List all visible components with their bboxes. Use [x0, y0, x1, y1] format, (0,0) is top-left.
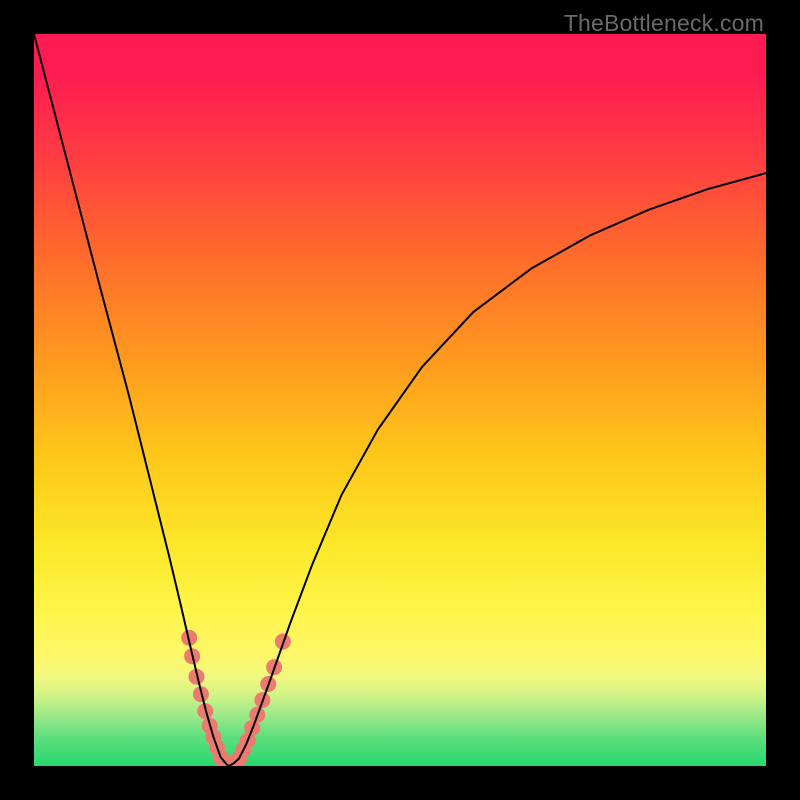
- plot-area: [34, 34, 766, 766]
- data-markers: [181, 630, 291, 766]
- chart-frame: TheBottleneck.com: [0, 0, 800, 800]
- chart-svg: [34, 34, 766, 766]
- watermark-text: TheBottleneck.com: [564, 10, 764, 37]
- bottleneck-curve: [34, 34, 766, 766]
